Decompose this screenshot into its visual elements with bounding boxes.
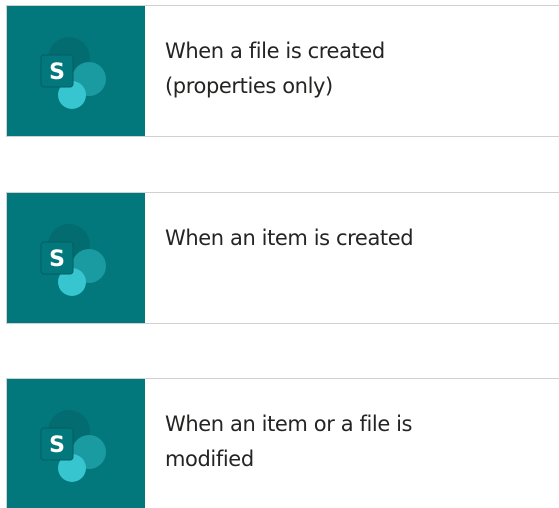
sharepoint-icon: S (40, 37, 106, 109)
trigger-card-item-or-file-modified[interactable]: S When an item or a file is modified (6, 378, 559, 508)
trigger-title: When an item is created (165, 226, 414, 250)
trigger-list: S When a file is created (properties onl… (0, 0, 559, 508)
svg-text:S: S (49, 247, 65, 272)
sharepoint-tile: S (7, 193, 145, 323)
trigger-title: When a file is created (properties only) (165, 39, 385, 98)
svg-text:S: S (49, 60, 65, 85)
trigger-card-item-created[interactable]: S When an item is created (6, 192, 559, 324)
sharepoint-icon: S (40, 224, 106, 296)
sharepoint-icon: S (40, 410, 106, 482)
sharepoint-tile: S (7, 379, 145, 508)
sharepoint-tile: S (7, 6, 145, 136)
svg-text:S: S (49, 433, 65, 458)
trigger-title: When an item or a file is modified (165, 412, 413, 471)
trigger-card-file-created[interactable]: S When a file is created (properties onl… (6, 5, 559, 137)
